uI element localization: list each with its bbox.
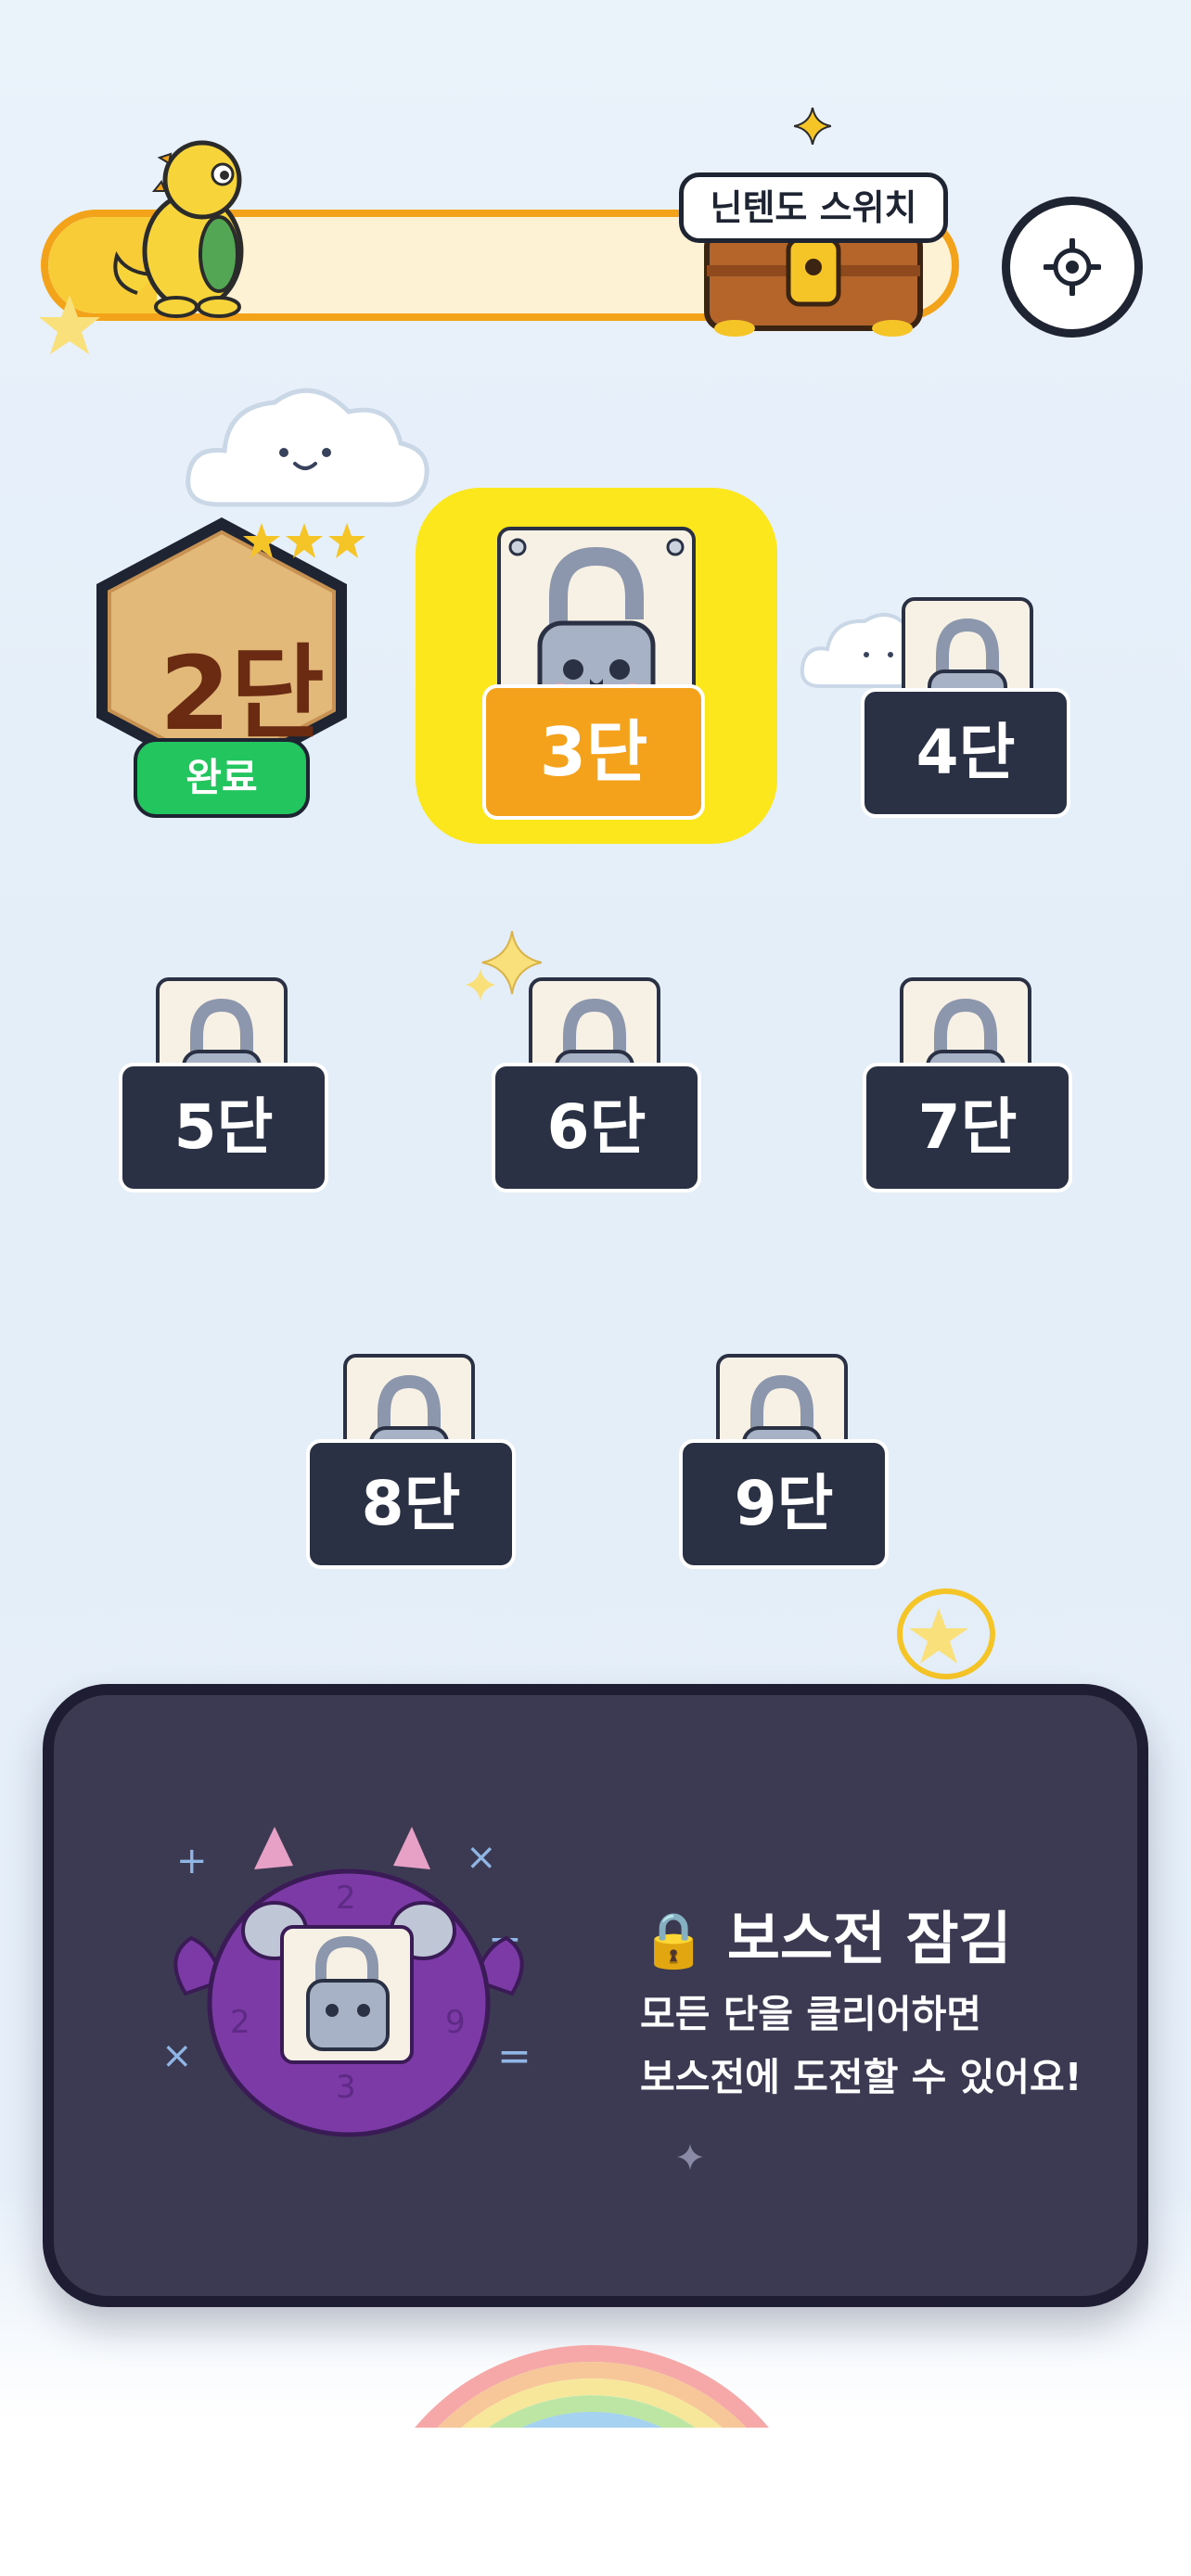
stage-5-locked[interactable]: 5단: [119, 977, 332, 1209]
stage-8-label: 8단: [306, 1439, 516, 1569]
boss-digit: 2: [230, 2004, 250, 2041]
bottom-bar: [0, 2428, 1191, 2576]
sparkle-icon: [794, 108, 831, 145]
svg-text:×: ×: [161, 2034, 193, 2077]
stage-6-label: 6단: [492, 1063, 701, 1192]
svg-text:+: +: [176, 1840, 208, 1882]
boss-desc-line: 보스전에 도전할 수 있어요!: [640, 2055, 1082, 2099]
boss-digit: 9: [445, 2004, 466, 2041]
cloud-icon: [186, 388, 429, 507]
stage-9-locked[interactable]: 9단: [679, 1354, 892, 1586]
boss-description: 모든 단을 클리어하면 보스전에 도전할 수 있어요!: [640, 1983, 1082, 2109]
boss-digit: 3: [336, 2069, 356, 2106]
boss-title: 🔒 보스전 잠김: [640, 1905, 1012, 1972]
star-icon: [39, 295, 100, 354]
stage-8-locked[interactable]: 8단: [306, 1354, 519, 1586]
reward-badge: 닌텐도 스위치: [679, 172, 948, 243]
stage-9-label: 9단: [679, 1439, 889, 1569]
sparkle-icon: [466, 931, 542, 1001]
svg-text:=: =: [497, 2033, 531, 2080]
boss-digit: 2: [336, 1880, 356, 1917]
settings-button[interactable]: [1002, 197, 1143, 338]
boss-desc-line: 모든 단을 클리어하면: [640, 1992, 982, 2036]
stage-3-label: 3단: [482, 684, 705, 820]
stage-2-label: 2단: [160, 634, 325, 753]
lock-emoji-icon: 🔒: [640, 1908, 708, 1971]
boss-monster-icon: + × = = × 2 9 2 3: [161, 1827, 531, 2137]
stage-4-locked[interactable]: 4단: [861, 597, 1074, 829]
complete-badge: 완료: [134, 738, 310, 818]
gear-icon: [1044, 238, 1101, 296]
sparkle-icon: [677, 2144, 703, 2170]
dino-mascot-icon: [113, 140, 244, 318]
stage-7-locked[interactable]: 7단: [863, 977, 1076, 1209]
stage-3-current[interactable]: 3단: [416, 488, 777, 844]
stars-rating-icon: [243, 523, 365, 558]
stage-7-label: 7단: [863, 1063, 1072, 1192]
stage-5-label: 5단: [119, 1063, 328, 1192]
star-ring-icon: [897, 1588, 995, 1679]
stage-4-label: 4단: [861, 688, 1070, 818]
svg-text:×: ×: [466, 1836, 497, 1879]
